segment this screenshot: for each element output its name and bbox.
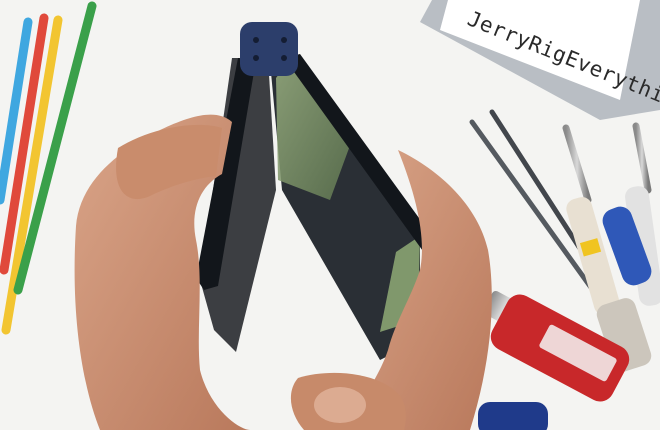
scene-illustration: JerryRigEverything — [0, 0, 660, 430]
thumbnail — [314, 387, 366, 423]
phone-hinge — [240, 22, 298, 76]
photo-scene: JerryRigEverything — [0, 0, 660, 430]
blue-tool-handle — [478, 402, 548, 430]
